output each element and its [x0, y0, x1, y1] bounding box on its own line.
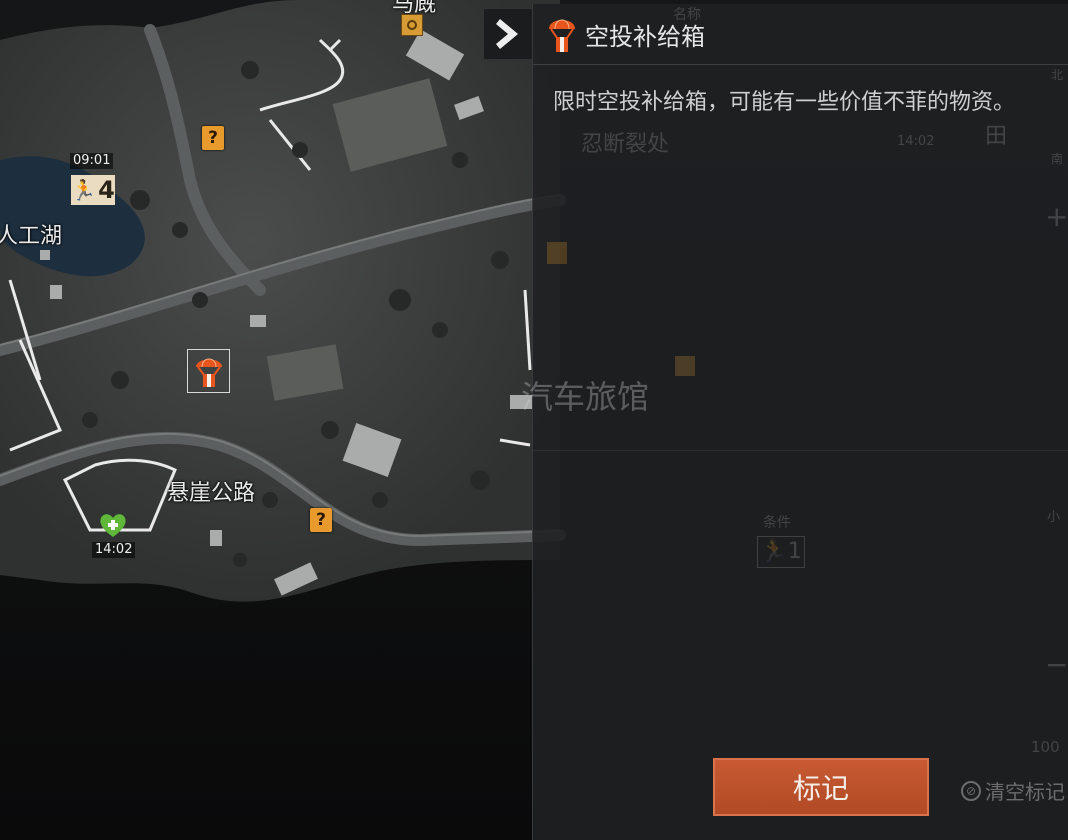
bg-label-scale: 100	[1031, 738, 1060, 756]
bg-poi-icon	[675, 356, 695, 376]
bg-label-break-point: 忍断裂处	[581, 132, 670, 157]
map-poi-icon[interactable]	[401, 14, 423, 36]
clear-icon: ⊘	[961, 780, 981, 801]
zoom-out-icon: −	[1045, 648, 1068, 681]
bg-label-time: 14:02	[897, 134, 935, 149]
island-land	[0, 0, 560, 602]
airdrop-marker[interactable]	[187, 349, 230, 393]
panel-title: 空投补给箱	[585, 22, 705, 51]
bg-label-south: 南	[1051, 152, 1064, 166]
unknown-poi-icon[interactable]: ?	[310, 508, 332, 532]
exit-marker[interactable]: 🏃 4	[71, 175, 115, 205]
info-panel: 名称 忍断裂处 14:02 田 北 南 汽车旅馆 条件 🏃1 小 100 + −…	[521, 4, 1068, 840]
map-label-lake: 人工湖	[0, 224, 63, 249]
medical-timer: 14:02	[92, 542, 136, 558]
bg-divider	[533, 450, 1068, 451]
parachute-crate-icon	[195, 358, 222, 387]
bg-label-motel: 汽车旅馆	[521, 378, 650, 416]
clear-marks-label: 清空标记	[985, 780, 1065, 804]
exit-number: 4	[98, 176, 115, 204]
bg-exit-marker: 🏃1	[757, 536, 805, 568]
running-man-icon: 🏃	[71, 178, 97, 202]
map-label-cliff-road: 悬崖公路	[167, 481, 256, 506]
unknown-poi-icon[interactable]: ?	[202, 126, 224, 150]
parachute-crate-icon	[549, 19, 575, 52]
bg-question-icon	[547, 242, 567, 264]
medical-heart-icon[interactable]	[98, 511, 128, 539]
mark-button[interactable]: 标记	[713, 758, 929, 816]
clear-marks-button[interactable]: ⊘ 清空标记	[961, 776, 1065, 805]
panel-description: 限时空投补给箱，可能有一些价值不菲的物资。	[553, 90, 1016, 115]
bg-label-condition: 条件	[763, 515, 791, 531]
collapse-panel-button[interactable]	[483, 8, 533, 60]
running-man-icon: 🏃	[760, 539, 788, 564]
panel-header: 空投补给箱	[533, 4, 1068, 65]
bg-label-small: 小	[1047, 510, 1061, 525]
bg-exit-number: 1	[787, 539, 802, 564]
zoom-in-icon: +	[1045, 200, 1068, 233]
exit-timer: 09:01	[70, 153, 114, 169]
bg-label-field: 田	[985, 124, 1008, 149]
chevron-right-icon	[496, 19, 518, 49]
bg-label-north: 北	[1051, 68, 1064, 82]
